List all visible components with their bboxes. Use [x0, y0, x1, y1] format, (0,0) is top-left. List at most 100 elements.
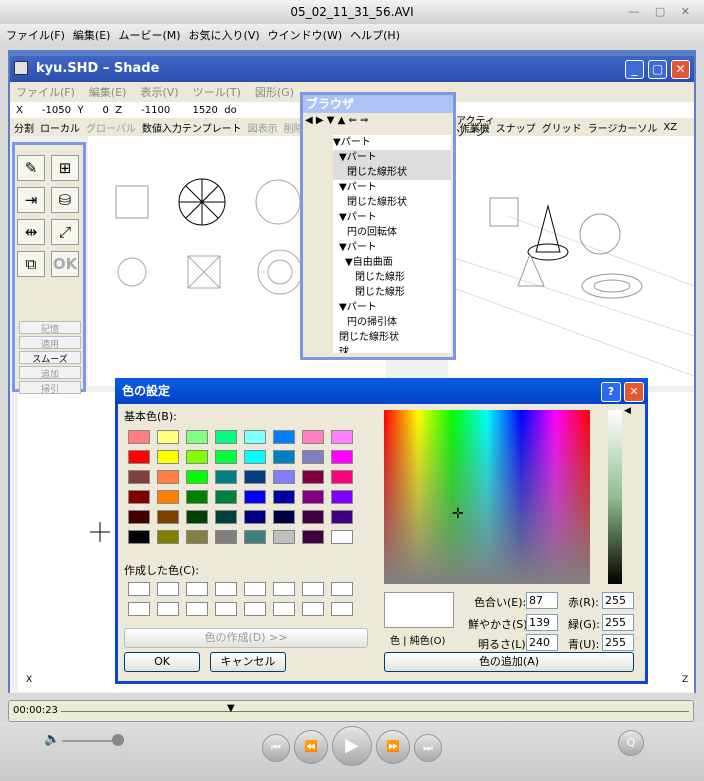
green-field[interactable]: 255 — [602, 614, 634, 631]
timeline-bar[interactable]: 00:00:23 ▼ — [8, 700, 694, 722]
browser-nav-bar[interactable]: ◀ ▶ ▼ ▲ ⇐ ⇒ — [305, 115, 453, 131]
color-swatch[interactable] — [157, 450, 179, 464]
blue-field[interactable]: 255 — [602, 634, 634, 651]
custom-color-swatch[interactable] — [302, 602, 324, 616]
color-swatch[interactable] — [302, 490, 324, 504]
color-swatch[interactable] — [186, 490, 208, 504]
tree-item[interactable]: ▼パート — [333, 180, 451, 195]
shade-menu-tool[interactable]: ツール(T) — [193, 84, 241, 100]
color-swatch[interactable] — [273, 530, 295, 544]
tree-item[interactable]: ▼パート — [333, 210, 451, 225]
large-cursor-toggle[interactable]: ラージカーソル — [588, 120, 658, 135]
tree-item[interactable]: 円の回転体 — [333, 225, 451, 240]
window-controls[interactable]: — ▢ ✕ — [628, 5, 696, 18]
custom-color-swatch[interactable] — [244, 602, 266, 616]
grid-toggle[interactable]: グリッド — [542, 120, 582, 135]
tree-item[interactable]: 円の掃引体 — [333, 315, 451, 330]
color-swatch[interactable] — [215, 450, 237, 464]
go-to-end-icon[interactable]: ⏭ — [414, 734, 442, 762]
color-swatch[interactable] — [128, 510, 150, 524]
color-swatch[interactable] — [273, 510, 295, 524]
tree-item[interactable]: 閉じた線形 — [333, 270, 451, 285]
minimize-button[interactable]: _ — [625, 60, 644, 79]
color-swatch[interactable] — [302, 510, 324, 524]
hue-field[interactable]: 87 — [526, 592, 558, 609]
color-swatch[interactable] — [302, 430, 324, 444]
color-swatch[interactable] — [128, 470, 150, 484]
color-swatch[interactable] — [244, 450, 266, 464]
shade-menu-shape[interactable]: 図形(G) — [255, 84, 294, 100]
color-swatch[interactable] — [157, 490, 179, 504]
color-swatch[interactable] — [215, 530, 237, 544]
palette-memory-button[interactable]: 記憶 — [19, 321, 81, 335]
color-swatch[interactable] — [157, 530, 179, 544]
close-button[interactable]: ✕ — [671, 60, 690, 79]
maximize-button[interactable]: ▢ — [648, 60, 667, 79]
palette-add-button[interactable]: 追加 — [19, 366, 81, 380]
color-swatch[interactable] — [128, 530, 150, 544]
color-swatch[interactable] — [331, 490, 353, 504]
color-swatch[interactable] — [186, 430, 208, 444]
tree-item[interactable]: 閉じた線形状 — [333, 195, 451, 210]
play-icon[interactable]: ▶ — [332, 726, 372, 766]
menu-file[interactable]: ファイル(F) — [6, 27, 65, 43]
menu-help[interactable]: ヘルプ(H) — [350, 27, 400, 43]
luminance-slider[interactable] — [608, 410, 622, 584]
pencil-tool-icon[interactable]: ✎ — [17, 155, 45, 181]
color-swatch[interactable] — [244, 490, 266, 504]
sat-field[interactable]: 139 — [526, 614, 558, 631]
color-swatch[interactable] — [128, 490, 150, 504]
browser-tree[interactable]: ▼パート ▼パート 閉じた線形状 ▼パート 閉じた線形状 ▼パート 円の回転体 … — [333, 135, 451, 353]
color-swatch[interactable] — [331, 530, 353, 544]
color-swatch[interactable] — [128, 450, 150, 464]
custom-color-swatch[interactable] — [244, 582, 266, 596]
color-swatch[interactable] — [157, 430, 179, 444]
color-swatch[interactable] — [186, 530, 208, 544]
custom-color-swatch[interactable] — [215, 582, 237, 596]
color-swatch[interactable] — [244, 430, 266, 444]
color-swatch[interactable] — [331, 470, 353, 484]
palette-apply-button[interactable]: 適用 — [19, 336, 81, 350]
volume-knob[interactable] — [112, 734, 124, 746]
dialog-close-button[interactable]: ✕ — [624, 382, 644, 402]
tree-item[interactable]: ▼パート — [333, 240, 451, 255]
color-swatch[interactable] — [157, 470, 179, 484]
snap-toggle[interactable]: スナップ — [496, 120, 536, 135]
color-swatch[interactable] — [273, 430, 295, 444]
tree-item[interactable]: ▼パート — [333, 300, 451, 315]
custom-color-swatch[interactable] — [331, 602, 353, 616]
menu-edit[interactable]: 編集(E) — [73, 27, 111, 43]
color-swatch[interactable] — [302, 530, 324, 544]
cylinder-tool-icon[interactable]: ⛁ — [51, 187, 79, 213]
shade-menu-view[interactable]: 表示(V) — [140, 84, 178, 100]
tree-item[interactable]: 閉じた線形状 — [333, 165, 451, 180]
tree-item[interactable]: 球 — [333, 345, 451, 353]
slider-arrow-icon[interactable]: ◀ — [624, 406, 631, 416]
help-button[interactable]: ? — [601, 382, 621, 402]
color-swatch[interactable] — [215, 430, 237, 444]
scale-tool-icon[interactable]: ⇹ — [17, 219, 45, 245]
custom-color-swatch[interactable] — [186, 582, 208, 596]
go-to-start-icon[interactable]: ⏮ — [262, 734, 290, 762]
move-tool-icon[interactable]: ⇥ — [17, 187, 45, 213]
color-swatch[interactable] — [302, 450, 324, 464]
line-tool-icon[interactable]: ⤢ — [51, 219, 79, 245]
ok-tool[interactable]: OK — [51, 251, 79, 277]
tree-item[interactable]: ▼パート — [333, 150, 451, 165]
palette-sweep-button[interactable]: 掃引 — [19, 381, 81, 395]
custom-color-swatch[interactable] — [186, 602, 208, 616]
tree-item[interactable]: 閉じた線形状 — [333, 330, 451, 345]
node-tool-icon[interactable]: ⊞ — [51, 155, 79, 181]
ok-button[interactable]: OK — [124, 652, 200, 672]
color-swatch[interactable] — [331, 430, 353, 444]
tree-item[interactable]: 閉じた線形 — [333, 285, 451, 300]
color-swatch[interactable] — [244, 530, 266, 544]
custom-color-swatch[interactable] — [302, 582, 324, 596]
custom-color-swatch[interactable] — [157, 582, 179, 596]
menu-movie[interactable]: ムービー(M) — [118, 27, 180, 43]
custom-color-swatch[interactable] — [128, 602, 150, 616]
color-swatch[interactable] — [273, 490, 295, 504]
tree-item[interactable]: ▼自由曲面 — [333, 255, 451, 270]
color-swatch[interactable] — [157, 510, 179, 524]
define-colors-button[interactable]: 色の作成(D) >> — [124, 628, 368, 648]
